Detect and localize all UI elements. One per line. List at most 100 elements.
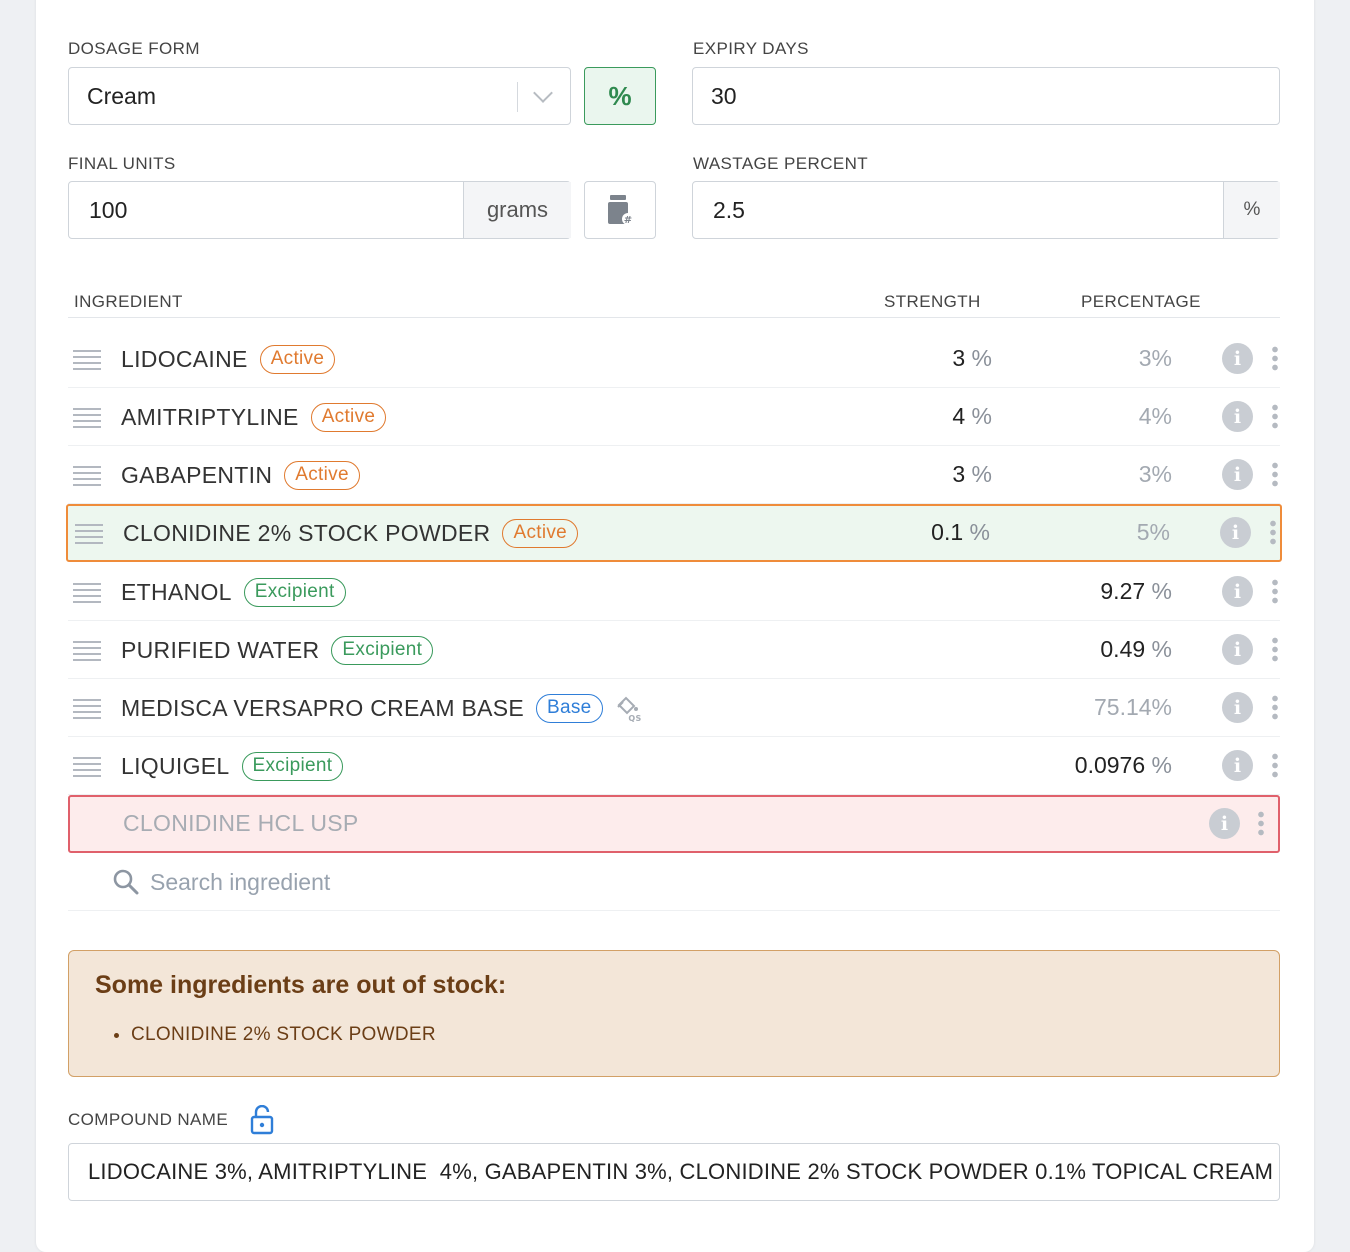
wastage-percent-value: 2.5 [713,196,745,223]
excipient-badge: Excipient [241,752,344,781]
expiry-days-label: EXPIRY DAYS [693,39,809,58]
active-badge: Active [502,519,579,548]
wastage-percent-unit: % [1223,182,1280,238]
compound-name-value: LIDOCAINE 3%, AMITRIPTYLINE 4%, GABAPENT… [88,1159,1274,1184]
percent-mode-button[interactable]: % [584,67,656,125]
excipient-badge: Excipient [331,636,434,665]
table-row[interactable]: PURIFIED WATER Excipient 0.49 % i [68,621,1280,679]
more-options-icon[interactable] [1258,810,1264,836]
more-options-icon[interactable] [1272,345,1278,371]
ingredient-name: ETHANOL [121,579,232,605]
strength-unit: % [971,461,992,487]
percentage-value: 5% [1136,519,1170,545]
more-options-icon[interactable] [1272,636,1278,662]
compound-name-input[interactable]: LIDOCAINE 3%, AMITRIPTYLINE 4%, GABAPENT… [68,1143,1280,1201]
strength-number[interactable]: 3 [952,345,965,371]
strength-unit: % [971,403,992,429]
expiry-days-input[interactable]: 30 [692,67,1280,125]
percentage-number[interactable]: 9.27 [1100,578,1145,604]
ingredient-name: CLONIDINE HCL USP [123,810,359,836]
table-row[interactable]: MEDISCA VERSAPRO CREAM BASE Base QS 75.1… [68,679,1280,737]
container-hash-icon: # [608,195,634,226]
percentage-value: 0.0976 % [1075,752,1172,779]
percentage-unit: % [1151,636,1172,662]
active-badge: Active [310,403,387,432]
ingredient-name: LIQUIGEL [121,753,230,779]
more-options-icon[interactable] [1272,461,1278,487]
strength-unit: % [969,519,990,545]
ingredient-column-header: INGREDIENT [74,292,183,311]
unlocked-padlock-icon[interactable] [250,1105,274,1135]
out-of-stock-alert: Some ingredients are out of stock: CLONI… [68,950,1280,1077]
final-units-unit: grams [463,182,571,238]
percentage-number[interactable]: 0.0976 [1075,752,1145,778]
drag-handle-icon[interactable] [73,350,101,370]
info-icon[interactable]: i [1222,634,1253,665]
strength-number[interactable]: 0.1 [931,519,963,545]
drag-handle-icon[interactable] [73,408,101,428]
info-icon[interactable]: i [1220,517,1251,548]
alert-list: CLONIDINE 2% STOCK POWDER [131,1024,436,1046]
drag-handle-icon[interactable] [73,699,101,719]
select-separator [517,82,518,112]
info-icon[interactable]: i [1222,576,1253,607]
svg-text:QS: QS [628,714,641,722]
table-row[interactable]: LIQUIGEL Excipient 0.0976 % i [68,737,1280,795]
bucket-qs-icon[interactable]: QS [615,696,643,722]
dosage-form-label: DOSAGE FORM [68,39,200,58]
info-icon[interactable]: i [1209,808,1240,839]
final-units-label: FINAL UNITS [68,154,176,173]
table-row[interactable]: GABAPENTIN Active 3 % 3% i [68,446,1280,504]
dosage-form-select[interactable]: Cream [68,67,571,125]
more-options-icon[interactable] [1270,519,1276,545]
more-options-icon[interactable] [1272,578,1278,604]
percentage-unit: % [1151,752,1172,778]
alert-title: Some ingredients are out of stock: [95,971,507,999]
units-container-button[interactable]: # [584,181,656,239]
percentage-value: 9.27 % [1100,578,1172,605]
table-row-out-of-stock[interactable]: CLONIDINE 2% STOCK POWDER Active 0.1 % 5… [66,504,1282,562]
info-icon[interactable]: i [1222,401,1253,432]
ingredient-name: PURIFIED WATER [121,637,320,663]
table-row-error[interactable]: CLONIDINE HCL USP i [68,795,1280,853]
info-icon[interactable]: i [1222,343,1253,374]
strength-value: 3 % [952,461,992,488]
drag-handle-icon[interactable] [73,466,101,486]
percentage-value: 75.14% [1093,694,1172,720]
dosage-form-value: Cream [87,82,157,109]
ingredient-name: CLONIDINE 2% STOCK POWDER [123,520,491,546]
percentage-number[interactable]: 0.49 [1100,636,1145,662]
svg-text:#: # [624,215,632,226]
strength-value: 4 % [952,403,992,430]
percentage-value: 3% [1138,345,1172,371]
strength-value: 3 % [952,345,992,372]
chevron-down-icon[interactable] [533,83,553,103]
alert-item: CLONIDINE 2% STOCK POWDER [131,1024,436,1046]
percentage-value: 0.49 % [1100,636,1172,663]
table-row[interactable]: AMITRIPTYLINE Active 4 % 4% i [68,388,1280,446]
more-options-icon[interactable] [1272,403,1278,429]
wastage-percent-input[interactable]: 2.5 % [692,181,1280,239]
info-icon[interactable]: i [1222,750,1253,781]
info-icon[interactable]: i [1222,692,1253,723]
search-ingredient-input[interactable]: Search ingredient [150,869,330,896]
final-units-input[interactable]: 100 grams [68,181,571,239]
info-icon[interactable]: i [1222,459,1253,490]
drag-handle-icon[interactable] [73,583,101,603]
strength-number[interactable]: 3 [952,461,965,487]
excipient-badge: Excipient [243,578,346,607]
table-row[interactable]: LIDOCAINE Active 3 % 3% i [68,330,1280,388]
strength-column-header: STRENGTH [884,292,981,311]
table-row[interactable]: ETHANOL Excipient 9.27 % i [68,563,1280,621]
more-options-icon[interactable] [1272,694,1278,720]
ingredient-name: MEDISCA VERSAPRO CREAM BASE [121,695,525,721]
active-badge: Active [259,345,336,374]
percentage-value: 4% [1138,403,1172,429]
strength-number[interactable]: 4 [952,403,965,429]
drag-handle-icon[interactable] [75,524,103,544]
more-options-icon[interactable] [1272,752,1278,778]
drag-handle-icon[interactable] [73,641,101,661]
drag-handle-icon[interactable] [73,757,101,777]
ingredient-name: LIDOCAINE [121,346,248,372]
search-ingredient-row[interactable]: Search ingredient [68,853,1280,911]
